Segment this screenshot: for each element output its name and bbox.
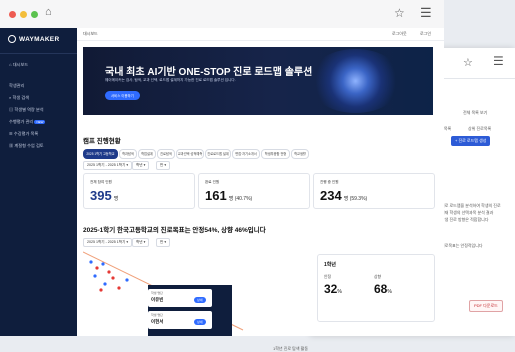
stat-card-completed: 완료 인원 161 명 (40.7%) [198, 173, 310, 209]
stable-label: 안정 [324, 275, 331, 279]
stat-label: 진행 중 인원 [320, 180, 339, 184]
upward-label: 상향 [374, 275, 381, 279]
scatter-point [117, 286, 121, 290]
stat-value: 395 명 [90, 188, 119, 203]
scatter-point [101, 262, 105, 266]
back-text-2: 현재 학생의 선택과목 분석 결과 [441, 210, 494, 215]
logo[interactable]: WAYMAKER [8, 35, 70, 45]
brain-illustration [308, 49, 403, 113]
camp-tab-8[interactable]: 학생부종합 전형 [261, 149, 290, 159]
back-text-6: 1학년 진로 탐색 활동 [273, 346, 308, 351]
detail-badge[interactable]: 상세 [194, 297, 206, 303]
chart-period-dropdown[interactable]: 2025 1학기 - 2025 1학기 ▾ [83, 238, 133, 247]
camp-tab-3[interactable]: 학업설계 [138, 149, 156, 159]
sidebar-item-competency[interactable]: ▤ 학생별 역량 분석 [9, 107, 44, 113]
hero-banner: 국내 최초 AI기반 ONE-STOP 진로 로드맵 솔루션 웨이메이커는 검사… [83, 47, 433, 115]
camp-tab-9[interactable]: 학교생활 [291, 149, 309, 159]
back-text-4: 진로목표는 안정적입니다 [441, 243, 483, 248]
banner-cta-button[interactable]: 서비스 이용하기 [105, 91, 140, 100]
stat-card-total: 전체 참여 인원 395 명 [83, 173, 195, 209]
logo-text: WAYMAKER [19, 36, 60, 43]
chevron-down-icon: ▾ [143, 163, 146, 167]
user-link[interactable]: 로그아웃 [392, 31, 407, 37]
stat-value: 234 명 (59.3%) [320, 188, 368, 203]
student-name: 이현서 [151, 319, 164, 324]
scatter-point [111, 276, 115, 280]
camp-tab-1[interactable]: 2025 1학기 고등학교 [83, 149, 118, 159]
camp-title: 캠프 진행현황 [83, 138, 121, 145]
new-badge: NEW [34, 120, 46, 124]
sidebar-divider [0, 53, 77, 54]
goal-summary-card: 1학년 안정 32% 상향 68% [317, 254, 435, 322]
mobile-preview: 학생 명단 이유빈 상세 학생 명단 이현서 상세 [148, 285, 232, 336]
scatter-point [107, 270, 111, 274]
back-right-link[interactable]: 전체 목록 보기 [463, 110, 487, 116]
main-content: 대시보드 로그아웃 로그인 국내 최초 AI기반 ONE-STOP 진로 로드맵… [77, 28, 444, 336]
scatter-point [125, 278, 129, 282]
star-icon[interactable]: ☆ [463, 56, 473, 69]
sidebar-item-season-review[interactable]: ▦ 계절형 수업 검토 [9, 143, 44, 149]
pdf-download-button[interactable]: PDF 다운로드 [469, 300, 503, 312]
maximize-window-dot[interactable] [31, 11, 38, 18]
stat-label: 전체 참여 인원 [90, 180, 112, 184]
student-row[interactable]: 학생 명단 이현서 상세 [148, 311, 212, 329]
stat-value: 161 명 (40.7%) [205, 188, 253, 203]
scatter-point [103, 282, 107, 286]
sidebar-item-student-management[interactable]: 학생관리 [9, 83, 24, 89]
chart-section-title: 2025-1학기 한국고등학교의 진로목표는 안정54%, 상향 46%입니다 [83, 227, 266, 234]
sidebar-item-course-eval[interactable]: ☰ 수강평가 목록 [9, 131, 38, 137]
breadcrumb: 대시보드 [83, 31, 98, 36]
scatter-point [89, 260, 93, 264]
home-icon[interactable]: ⌂ [45, 6, 52, 18]
banner-subtitle: 웨이메이커는 검사, 탐색, 교과 선택, 로드맵 설계까지 가능한 진로 로드… [105, 78, 236, 82]
chevron-down-icon: ▾ [143, 240, 146, 244]
class-dropdown[interactable]: 반 ▾ [156, 161, 171, 170]
scatter-point [95, 266, 99, 270]
create-roadmap-button[interactable]: + 진로 로드맵 생성 [451, 136, 491, 146]
login-link[interactable]: 로그인 [420, 31, 431, 37]
chart-class-dropdown[interactable]: 반 ▾ [156, 238, 171, 247]
period-dropdown[interactable]: 2025 1학기 - 2025 1학기 ▾ [83, 161, 133, 170]
camp-tab-5[interactable]: 교과선택·성적예측 [176, 149, 204, 159]
browser-chrome: ⌂ ☆ ☰ [0, 0, 444, 29]
chevron-down-icon: ▾ [126, 163, 129, 167]
topbar-divider [77, 40, 444, 41]
sidebar: WAYMAKER ⌂ 대시보드 학생관리 ⌕ 학생 검색 ▤ 학생별 역량 분석… [0, 28, 77, 336]
row-title: 학생 명단 [151, 313, 163, 317]
hamburger-icon[interactable]: ☰ [493, 54, 504, 68]
detail-badge[interactable]: 상세 [194, 319, 206, 325]
star-icon[interactable]: ☆ [394, 6, 405, 20]
sidebar-item-student-search[interactable]: ⌕ 학생 검색 [9, 95, 29, 101]
logo-icon [8, 35, 16, 43]
hamburger-icon[interactable]: ☰ [420, 5, 432, 21]
stat-label: 완료 인원 [205, 180, 220, 184]
back-sub-link-2[interactable]: 상위 진로목록 [468, 126, 491, 132]
goal-card-title: 1학년 [324, 262, 336, 268]
camp-tab-4[interactable]: 진로탐색 [157, 149, 175, 159]
chevron-down-icon: ▾ [164, 240, 167, 244]
scatter-point [93, 274, 97, 278]
sidebar-item-assessment[interactable]: 수행평가 관리 NEW [9, 119, 46, 125]
row-title: 학생 명단 [151, 291, 163, 295]
camp-tab-7[interactable]: 면접·자기소개서 [232, 149, 260, 159]
stat-card-in-progress: 진행 중 인원 234 명 (59.3%) [313, 173, 435, 209]
camp-tab-2[interactable]: 학과탐색 [119, 149, 137, 159]
student-name: 이유빈 [151, 297, 164, 302]
upward-value: 68% [374, 282, 392, 296]
stable-value: 32% [324, 282, 342, 296]
grade-dropdown[interactable]: 학년 ▾ [132, 161, 150, 170]
close-window-dot[interactable] [9, 11, 16, 18]
student-row[interactable]: 학생 명단 이유빈 상세 [148, 289, 212, 307]
minimize-window-dot[interactable] [20, 11, 27, 18]
chevron-down-icon: ▾ [164, 163, 167, 167]
sidebar-item-dashboard[interactable]: ⌂ 대시보드 [9, 62, 28, 68]
scatter-point [99, 288, 103, 292]
back-text-3: 학생 진로 방향은 적합합니다 [441, 217, 489, 222]
chevron-down-icon: ▾ [126, 240, 129, 244]
back-text-1: 진로 로드맵을 분석하여 학생의 진로 [441, 203, 501, 208]
camp-tab-6[interactable]: 진로로드맵 설계 [205, 149, 231, 159]
banner-title: 국내 최초 AI기반 ONE-STOP 진로 로드맵 솔루션 [105, 67, 313, 78]
chart-grade-dropdown[interactable]: 학년 ▾ [132, 238, 150, 247]
